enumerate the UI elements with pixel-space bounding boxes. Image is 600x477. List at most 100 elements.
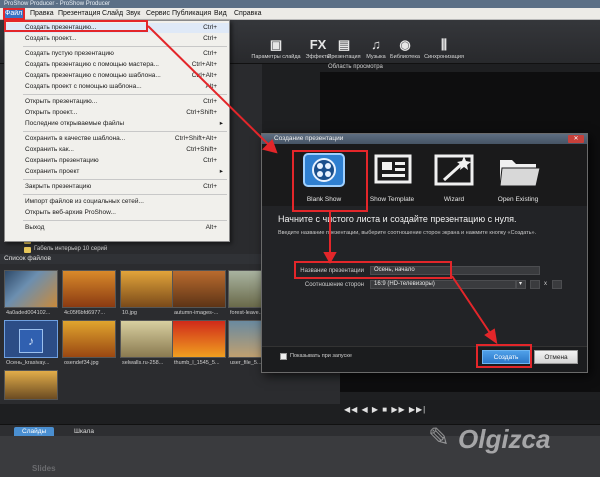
option-wizard[interactable]: Wizard [424,150,484,206]
menu-item-blank-presentation[interactable]: Создать пустую презентацию Ctrl+ [5,49,229,59]
menu-sound[interactable]: Звук [124,8,142,20]
preview-label: Область просмотра [328,64,383,70]
chevron-down-icon[interactable]: ▾ [516,280,526,289]
file-name: selwalls.ru-258... [122,360,164,366]
watermark-feather-icon: ✎ [428,422,450,452]
file-thumb[interactable] [120,270,174,308]
file-thumb-selected[interactable]: ♪ [4,320,58,358]
tree-item-gabel[interactable]: Габель интерьер 10 серий [24,245,224,254]
slide-options-icon: ▣ [269,37,283,52]
menu-separator [23,194,227,195]
show-template-icon [374,154,412,184]
menu-shortcut: Ctrl+ [203,98,217,105]
file-name: Осень_krasivay... [6,360,50,366]
menu-item-close-presentation[interactable]: Закрыть презентацию Ctrl+ [5,182,229,192]
file-name: autumn-images-... [174,310,219,316]
menu-service[interactable]: Сервис [144,8,172,20]
watermark: Olgizca [458,424,551,454]
submenu-arrow-icon: ▸ [219,168,223,175]
menu-item-label: Сохранить в качестве шаблона... [25,135,126,142]
menu-shortcut: Ctrl+ [203,24,217,31]
video-file-icon: ♪ [19,329,43,353]
menu-item-label: Закрыть презентацию [25,183,92,190]
menu-item-template-presentation[interactable]: Создать презентацию с помощью шаблона...… [5,71,229,81]
file-name: 4a0aded004102... [6,310,51,316]
aspect-ratio-select[interactable]: 16:9 (HD-телевизоры) [370,280,516,289]
dialog-heading: Начните с чистого листа и создайте презе… [278,214,517,224]
music-label: Музыка [366,54,386,60]
menu-item-label: Открыть проект... [25,109,78,116]
menu-item-open-presentation[interactable]: Открыть презентацию... Ctrl+ [5,97,229,107]
tab-timeline[interactable]: Шкала [66,427,102,436]
menu-item-label: Создать презентацию с помощью мастера... [25,61,159,68]
file-thumb[interactable] [120,320,174,358]
menu-item-label: Создать проект... [25,35,77,42]
file-thumb[interactable] [62,270,116,308]
file-thumb[interactable] [172,320,226,358]
menu-item-label: Сохранить проект [25,168,80,175]
menu-publish[interactable]: Публикация [170,8,213,20]
folder-icon [24,246,31,253]
menu-separator [23,179,227,180]
menu-shortcut: Ctrl+ [203,183,217,190]
show-on-startup-checkbox[interactable] [280,353,287,360]
annotation-box-blank-show [292,150,368,212]
menu-item-label: Открыть презентацию... [25,98,98,105]
ratio-height-input[interactable] [552,280,562,289]
menu-shortcut: Ctrl+ [203,35,217,42]
slides-label: Slides [32,464,56,473]
menu-item-open-project[interactable]: Открыть проект... Ctrl+Shift+ [5,108,229,118]
menu-item-import-social[interactable]: Импорт файлов из социальных сетей... [5,197,229,207]
dialog-close-button[interactable]: ✕ [568,135,584,143]
ratio-label: Соотношение сторон [304,282,364,288]
menu-help[interactable]: Справка [232,8,263,20]
playback-controls[interactable]: ◀◀ ◀ ▶ ■ ▶▶ ▶▶| [344,405,426,414]
menu-item-template-project[interactable]: Создать проект с помощью шаблона... Alt+ [5,82,229,92]
menu-slide[interactable]: Слайд [100,8,125,20]
menu-separator [23,94,227,95]
option-show-template[interactable]: Show Template [362,150,422,206]
menu-view[interactable]: Вид [212,8,229,20]
menu-item-save-template[interactable]: Сохранить в качестве шаблона... Ctrl+Shif… [5,134,229,144]
option-open-existing[interactable]: Open Existing [488,150,548,206]
menu-item-save-project[interactable]: Сохранить проект ▸ [5,167,229,177]
menu-shortcut: Ctrl+Shift+ [186,146,217,153]
menu-item-wizard[interactable]: Создать презентацию с помощью мастера...… [5,60,229,70]
menu-shortcut: Alt+ [205,83,217,90]
dialog-description: Введите название презентации, выберите с… [278,230,537,236]
tree-item-label: Габель интерьер 10 серий [34,246,108,252]
menu-item-recent-files[interactable]: Последние открываемые файлы ▸ [5,119,229,129]
menu-item-save-as[interactable]: Сохранить как... Ctrl+Shift+ [5,145,229,155]
window-title-bar: ProShow Producer - ProShow Producer [0,0,600,8]
file-thumb[interactable] [4,370,58,400]
sync-label: Синхронизация [424,54,464,60]
show-on-startup-label: Показывать при запуске [290,353,352,359]
file-thumb[interactable] [4,270,58,308]
ratio-width-input[interactable] [530,280,540,289]
menu-item-label: Создать проект с помощью шаблона... [25,83,142,90]
file-thumb[interactable] [62,320,116,358]
cancel-button[interactable]: Отмена [534,350,578,364]
annotation-box-name-field [294,261,452,279]
menu-item-save-presentation[interactable]: Сохранить презентацию Ctrl+ [5,156,229,166]
submenu-arrow-icon: ▸ [219,120,223,127]
file-name: 10.jpg [122,310,137,316]
menu-item-open-web-archive[interactable]: Открыть веб-архив ProShow... [5,208,229,218]
menu-item-new-project[interactable]: Создать проект... Ctrl+ [5,34,229,44]
menu-separator [23,131,227,132]
slide-options-button[interactable]: ▣ Параметры слайда [250,37,302,61]
menu-shortcut: Ctrl+Alt+ [191,61,217,68]
file-name: osendef34.jpg [64,360,99,366]
menu-shortcut: Ctrl+ [203,157,217,164]
menu-item-exit[interactable]: Выход Alt+ [5,223,229,233]
annotation-box-file-menu [3,8,25,20]
menu-item-label: Последние открываемые файлы [25,120,125,127]
tab-slides[interactable]: Слайды [14,427,55,436]
open-folder-icon [499,160,541,187]
menu-edit[interactable]: Правка [28,8,56,20]
file-thumb[interactable] [172,270,226,308]
sync-button[interactable]: ⫼ Синхронизация [418,38,470,61]
menu-presentation[interactable]: Презентация [56,8,102,20]
wizard-icon [434,154,474,186]
menu-shortcut: Ctrl+Shift+Alt+ [174,135,217,142]
